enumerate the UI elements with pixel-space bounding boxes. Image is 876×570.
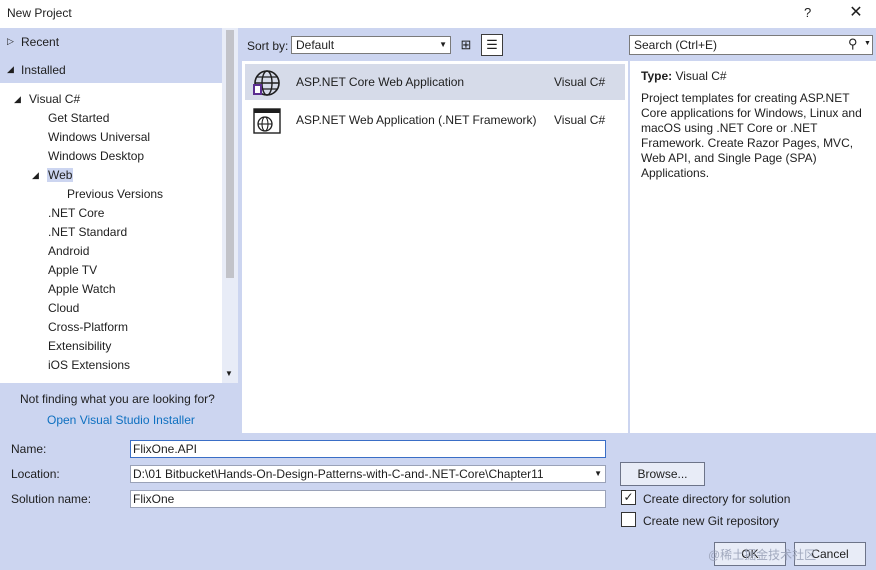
template-language: Visual C# (554, 113, 606, 127)
template-name: ASP.NET Web Application (.NET Framework) (296, 113, 537, 127)
create-git-label: Create new Git repository (643, 514, 780, 528)
tree-item-net-standard[interactable]: .NET Standard (48, 223, 127, 242)
aspnet-framework-globe-icon (253, 108, 281, 134)
template-tree: ◢ Visual C# Get Started Windows Universa… (0, 83, 222, 383)
location-label: Location: (11, 467, 60, 481)
template-item-aspnet-core[interactable]: ASP.NET Core Web Application Visual C# (245, 64, 625, 100)
search-bar: Search (Ctrl+E) ⚲ ▼ (628, 28, 876, 61)
template-name: ASP.NET Core Web Application (296, 75, 465, 89)
chevron-down-icon[interactable]: ▼ (864, 40, 871, 47)
template-description: Project templates for creating ASP.NET C… (641, 91, 862, 180)
tree-item-cloud[interactable]: Cloud (48, 299, 79, 318)
create-directory-label: Create directory for solution (643, 492, 791, 506)
chevron-down-icon[interactable]: ▼ (594, 469, 602, 478)
sort-bar: Sort by: Default ▼ ⊞ ☰ (238, 28, 628, 61)
open-installer-link[interactable]: Open Visual Studio Installer (47, 413, 195, 427)
installed-node[interactable]: ◢ Installed (0, 56, 238, 83)
close-button[interactable]: ✕ (845, 2, 867, 24)
window-title: New Project (7, 6, 72, 20)
template-language: Visual C# (554, 75, 606, 89)
sort-by-label: Sort by: (247, 39, 289, 53)
collapse-arrow-icon[interactable]: ◢ (14, 90, 21, 109)
tree-item-get-started[interactable]: Get Started (48, 109, 109, 128)
tree-item-android[interactable]: Android (48, 242, 89, 261)
tree-item-visual-csharp[interactable]: ◢ Visual C# (14, 90, 80, 109)
search-input[interactable]: Search (Ctrl+E) ⚲ ▼ (629, 35, 873, 55)
scroll-down-arrow-icon[interactable]: ▼ (225, 369, 233, 378)
browse-button[interactable]: Browse... (620, 462, 705, 486)
recent-label: Recent (21, 35, 60, 49)
location-field[interactable]: D:\01 Bitbucket\Hands-On-Design-Patterns… (130, 465, 606, 483)
tree-item-windows-desktop[interactable]: Windows Desktop (48, 147, 144, 166)
template-details: Type: Visual C# Project templates for cr… (630, 61, 876, 433)
collapse-arrow-icon[interactable]: ◢ (32, 166, 39, 185)
help-button[interactable]: ? (804, 5, 811, 20)
tree-item-net-core[interactable]: .NET Core (48, 204, 104, 223)
installed-label: Installed (21, 63, 66, 77)
grid-view-icon[interactable]: ⊞ (457, 36, 475, 54)
search-placeholder: Search (Ctrl+E) (634, 38, 718, 52)
tree-item-web[interactable]: ◢ Web (32, 166, 74, 185)
type-value: Visual C# (675, 69, 727, 83)
tree-item-apple-watch[interactable]: Apple Watch (48, 280, 116, 299)
type-label: Type: (641, 69, 673, 83)
name-field[interactable]: FlixOne.API (130, 440, 606, 458)
template-type: Type: Visual C# (641, 69, 727, 83)
template-list: ASP.NET Core Web Application Visual C# A… (242, 61, 628, 433)
template-item-aspnet-framework[interactable]: ASP.NET Web Application (.NET Framework)… (245, 102, 625, 138)
not-finding-text: Not finding what you are looking for? (20, 392, 215, 406)
solution-name-value: FlixOne (133, 492, 175, 506)
name-value: FlixOne.API (133, 442, 198, 456)
watermark: @稀土掘金技术社区 (708, 548, 817, 562)
list-view-icon[interactable]: ☰ (481, 34, 503, 56)
tree-item-ios-extensions[interactable]: iOS Extensions (48, 356, 130, 375)
recent-node[interactable]: ▷ Recent (0, 28, 238, 56)
create-directory-checkbox[interactable]: ✓ (621, 490, 636, 505)
scrollbar-thumb[interactable] (226, 30, 234, 278)
tree-scrollbar[interactable]: ▼ (222, 28, 238, 383)
create-git-checkbox[interactable] (621, 512, 636, 527)
name-label: Name: (11, 442, 47, 456)
not-finding-panel: Not finding what you are looking for? Op… (0, 383, 238, 433)
location-value: D:\01 Bitbucket\Hands-On-Design-Patterns… (133, 467, 544, 481)
sort-by-select[interactable]: Default ▼ (291, 36, 451, 54)
chevron-down-icon: ▼ (439, 40, 447, 49)
solution-name-field[interactable]: FlixOne (130, 490, 606, 508)
search-icon[interactable]: ⚲ (848, 36, 858, 52)
tree-item-previous-versions[interactable]: Previous Versions (67, 185, 163, 204)
expand-arrow-icon[interactable]: ▷ (7, 36, 14, 47)
tree-item-extensibility[interactable]: Extensibility (48, 337, 111, 356)
tree-item-windows-universal[interactable]: Windows Universal (48, 128, 150, 147)
aspnet-core-globe-icon (253, 70, 280, 96)
solution-name-label: Solution name: (11, 492, 92, 506)
tree-item-apple-tv[interactable]: Apple TV (48, 261, 97, 280)
title-bar: New Project ? ✕ (0, 0, 876, 28)
tree-item-cross-platform[interactable]: Cross-Platform (48, 318, 128, 337)
sort-by-value: Default (296, 38, 335, 52)
collapse-arrow-icon[interactable]: ◢ (7, 64, 14, 75)
